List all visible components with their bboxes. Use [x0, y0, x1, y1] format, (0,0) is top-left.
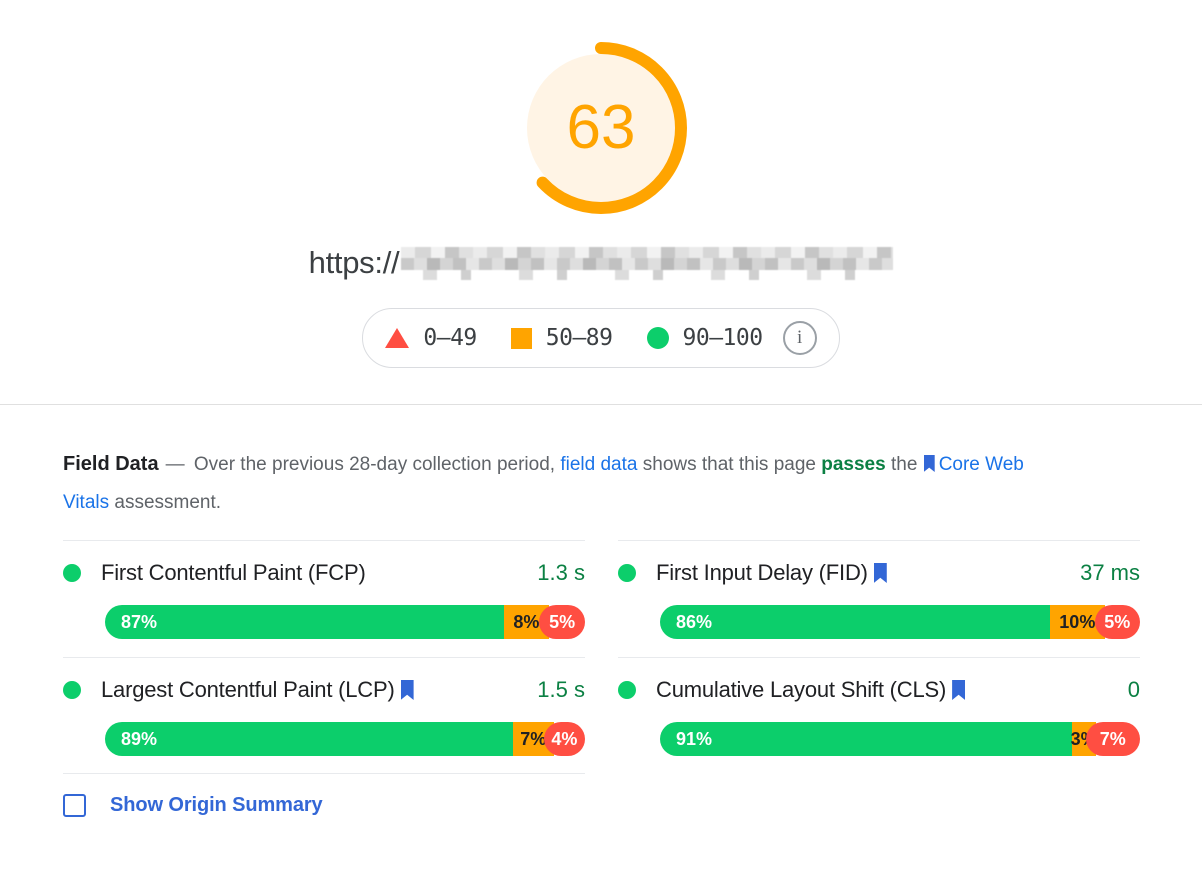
metric-cls-poor-segment: 7%	[1085, 722, 1140, 756]
metric-cls-value: 0	[1127, 677, 1140, 702]
score-section: 63 https:// 0–49 50–89 90–100 i	[0, 0, 1202, 405]
field-data-description: Field Data — Over the previous 28-day col…	[63, 445, 1043, 522]
metric-lcp-value: 1.5 s	[537, 677, 585, 702]
bookmark-icon	[923, 455, 935, 472]
field-data-desc-part4: assessment.	[114, 492, 222, 513]
circle-green-icon	[63, 564, 81, 582]
performance-score-gauge[interactable]: 63	[509, 36, 693, 220]
field-data-desc-part2: shows that this page	[642, 454, 816, 475]
score-legend: 0–49 50–89 90–100 i	[0, 308, 1202, 368]
bookmark-icon	[873, 563, 887, 583]
analyzed-url: https://	[0, 245, 1202, 281]
metric-lcp-distribution-bar: 89% 7% 4%	[105, 722, 585, 756]
legend-item-average: 50–89	[510, 325, 613, 351]
metric-fcp-poor-segment: 5%	[539, 605, 585, 639]
score-number: 63	[566, 93, 636, 162]
score-gauge-container: 63	[0, 36, 1202, 220]
triangle-red-icon	[385, 328, 410, 348]
metric-fid-good-segment: 86%	[660, 605, 1051, 639]
score-legend-pill: 0–49 50–89 90–100 i	[362, 308, 840, 368]
metric-cls-header: Cumulative Layout Shift (CLS) 0	[618, 675, 1140, 705]
field-data-desc-part3: the	[890, 454, 918, 475]
metric-fcp: First Contentful Paint (FCP) 1.3 s 87% 8…	[63, 540, 585, 657]
metric-lcp: Largest Contentful Paint (LCP) 1.5 s 89%…	[63, 657, 585, 774]
show-origin-summary-label[interactable]: Show Origin Summary	[110, 794, 323, 817]
field-data-desc-part1: Over the previous 28-day collection peri…	[193, 454, 556, 475]
metric-fid: First Input Delay (FID) 37 ms 86% 10% 5%	[618, 540, 1140, 657]
metric-cls-distribution-bar: 91% 3% 7%	[660, 722, 1140, 756]
metric-lcp-header: Largest Contentful Paint (LCP) 1.5 s	[63, 675, 585, 705]
bookmark-icon	[952, 680, 966, 700]
metric-lcp-poor-segment: 4%	[543, 722, 585, 756]
metric-fcp-label: First Contentful Paint (FCP)	[101, 560, 366, 585]
metric-cls-good-segment: 91%	[660, 722, 1072, 756]
field-data-passes-text: passes	[821, 454, 886, 475]
metric-fcp-header: First Contentful Paint (FCP) 1.3 s	[63, 558, 585, 588]
metric-cls-label: Cumulative Layout Shift (CLS)	[656, 677, 947, 702]
legend-label-average: 50–89	[545, 325, 613, 351]
metric-fid-label: First Input Delay (FID)	[656, 560, 868, 585]
url-scheme-text: https://	[308, 245, 400, 280]
metric-fcp-good-segment: 87%	[105, 605, 504, 639]
show-origin-summary-row[interactable]: Show Origin Summary	[63, 773, 585, 817]
legend-item-good: 90–100	[646, 325, 764, 351]
circle-green-icon	[63, 681, 81, 699]
legend-item-poor: 0–49	[385, 325, 477, 351]
field-data-dash: —	[165, 454, 185, 475]
metric-fid-distribution-bar: 86% 10% 5%	[660, 605, 1140, 639]
metric-fid-value: 37 ms	[1080, 560, 1140, 585]
metric-cls: Cumulative Layout Shift (CLS) 0 91% 3% 7…	[618, 657, 1140, 774]
metric-lcp-label: Largest Contentful Paint (LCP)	[101, 677, 395, 702]
url-redacted-blur	[401, 246, 894, 280]
metric-lcp-good-segment: 89%	[105, 722, 513, 756]
show-origin-summary-checkbox[interactable]	[63, 794, 86, 817]
legend-label-poor: 0–49	[423, 325, 477, 351]
metric-fid-header: First Input Delay (FID) 37 ms	[618, 558, 1140, 588]
circle-green-icon	[618, 681, 636, 699]
metric-fcp-value: 1.3 s	[537, 560, 585, 585]
metrics-grid: First Contentful Paint (FCP) 1.3 s 87% 8…	[63, 540, 1140, 817]
circle-green-icon	[646, 327, 669, 349]
circle-green-icon	[618, 564, 636, 582]
metric-fid-poor-segment: 5%	[1094, 605, 1140, 639]
field-data-section: Field Data — Over the previous 28-day col…	[0, 405, 1202, 817]
legend-label-good: 90–100	[682, 325, 764, 351]
field-data-title: Field Data	[63, 453, 159, 475]
info-icon[interactable]: i	[782, 321, 817, 355]
bookmark-icon	[400, 680, 414, 700]
metric-fcp-distribution-bar: 87% 8% 5%	[105, 605, 585, 639]
field-data-link[interactable]: field data	[560, 454, 637, 475]
square-orange-icon	[510, 327, 532, 349]
